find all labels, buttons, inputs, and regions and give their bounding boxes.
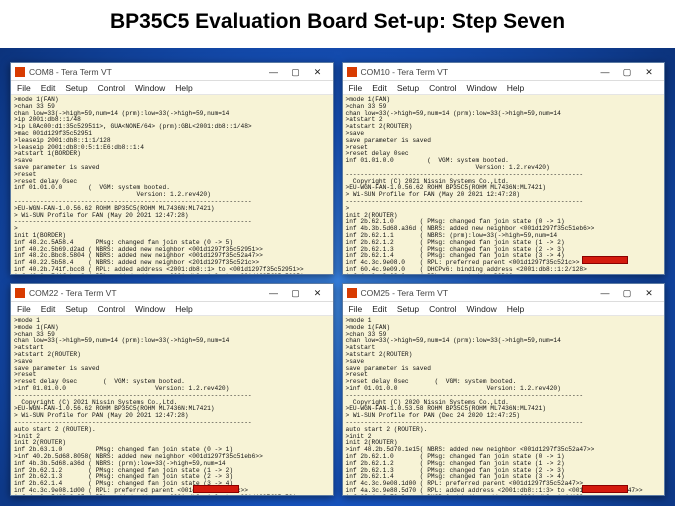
title-bar: COM8 - Tera Term VT—▢✕ [11,63,333,81]
terminal-window: COM22 - Tera Term VT—▢✕ File Edit Setup Cont… [10,283,334,496]
maximize-button[interactable]: ▢ [616,286,638,300]
window-buttons: —▢✕ [263,65,329,79]
menu-bar: File Edit Setup Control Window Help [343,81,665,95]
menu-item-control[interactable]: Control [429,304,456,314]
window-buttons: —▢✕ [594,65,660,79]
title-bar: COM10 - Tera Term VT—▢✕ [343,63,665,81]
menu-item-control[interactable]: Control [429,83,456,93]
terminal-window: COM10 - Tera Term VT—▢✕ File Edit Setup Cont… [342,62,666,275]
terminal-grid: COM8 - Tera Term VT—▢✕FileEditSetupContr… [10,62,665,496]
window-title-text: COM22 - Tera Term VT [29,288,263,298]
maximize-button[interactable]: ▢ [285,65,307,79]
terminal-content[interactable]: >mode 1 >mode 1(FAN) >chan 33 59 chan lo… [343,316,665,495]
menu-bar: File Edit Setup Control Window Help [343,302,665,316]
highlight-box [582,485,628,493]
minimize-button[interactable]: — [263,65,285,79]
menu-item-file[interactable]: File [17,83,31,93]
menu-item-edit[interactable]: Edit [41,304,56,314]
menu-item-edit[interactable]: Edit [41,83,56,93]
terminal-content[interactable]: >mode 1 >mode 1(FAN) >chan 33 59 chan lo… [11,316,333,495]
teraterm-icon [15,288,25,298]
menu-bar: File Edit Setup Control Window Help [11,81,333,95]
menu-item-file[interactable]: File [17,304,31,314]
maximize-button[interactable]: ▢ [285,286,307,300]
title-bar: COM25 - Tera Term VT—▢✕ [343,284,665,302]
terminal-window: COM25 - Tera Term VT—▢✕ File Edit Setup Cont… [342,283,666,496]
menu-item-setup[interactable]: Setup [65,83,87,93]
highlight-box [582,256,628,264]
close-button[interactable]: ✕ [307,65,329,79]
menu-item-help[interactable]: Help [507,83,524,93]
menu-item-edit[interactable]: Edit [372,304,387,314]
menu-item-window[interactable]: Window [135,304,165,314]
menu-item-file[interactable]: File [349,304,363,314]
menu-item-setup[interactable]: Setup [397,304,419,314]
menu-item-help[interactable]: Help [175,83,192,93]
menu-item-window[interactable]: Window [135,83,165,93]
title-bar: COM22 - Tera Term VT—▢✕ [11,284,333,302]
menu-item-setup[interactable]: Setup [65,304,87,314]
highlight-box [193,485,239,493]
window-buttons: —▢✕ [263,286,329,300]
menu-item-setup[interactable]: Setup [397,83,419,93]
window-title-text: COM10 - Tera Term VT [361,67,595,77]
window-buttons: —▢✕ [594,286,660,300]
menu-item-edit[interactable]: Edit [372,83,387,93]
close-button[interactable]: ✕ [638,286,660,300]
window-title-text: COM8 - Tera Term VT [29,67,263,77]
menu-item-window[interactable]: Window [466,83,496,93]
close-button[interactable]: ✕ [638,65,660,79]
menu-item-control[interactable]: Control [98,83,125,93]
teraterm-icon [347,288,357,298]
menu-item-window[interactable]: Window [466,304,496,314]
terminal-window: COM8 - Tera Term VT—▢✕ File Edit Setup Contr… [10,62,334,275]
menu-item-help[interactable]: Help [507,304,524,314]
menu-bar: File Edit Setup Control Window Help [11,302,333,316]
terminal-content[interactable]: >mode 1(FAN) >chan 33 59 chan low=33(->h… [343,95,665,274]
page-title: BP35C5 Evaluation Board Set-up: Step Sev… [0,0,675,48]
window-title-text: COM25 - Tera Term VT [361,288,595,298]
menu-item-control[interactable]: Control [98,304,125,314]
minimize-button[interactable]: — [594,286,616,300]
menu-item-help[interactable]: Help [175,304,192,314]
maximize-button[interactable]: ▢ [616,65,638,79]
teraterm-icon [15,67,25,77]
close-button[interactable]: ✕ [307,286,329,300]
minimize-button[interactable]: — [594,65,616,79]
menu-item-file[interactable]: File [349,83,363,93]
terminal-content[interactable]: >mode 1(FAN) >chan 33 59 chan low=33(->h… [11,95,333,274]
minimize-button[interactable]: — [263,286,285,300]
teraterm-icon [347,67,357,77]
